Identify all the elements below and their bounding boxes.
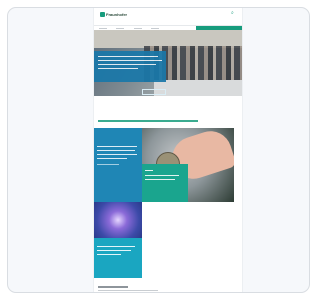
teaser-photo-purple[interactable]	[94, 202, 142, 238]
nav-item[interactable]	[151, 28, 160, 29]
logo-text: Fraunhofer	[106, 12, 128, 17]
preview-card: Fraunhofer ⌕	[7, 7, 310, 293]
footer-strip	[94, 292, 242, 293]
teaser-tile-cyan[interactable]	[94, 238, 142, 278]
website-preview: Fraunhofer ⌕	[94, 8, 242, 293]
site-header: Fraunhofer ⌕	[94, 8, 242, 32]
hero-text-box	[94, 51, 166, 82]
section-heading	[98, 120, 198, 122]
search-icon[interactable]: ⌕	[231, 11, 236, 16]
hero-button[interactable]	[142, 89, 166, 95]
footer-text	[98, 290, 158, 291]
hero-banner[interactable]	[94, 30, 242, 96]
teaser-tile-green[interactable]	[142, 164, 188, 202]
footer-heading	[98, 286, 128, 288]
teaser-tile-blue[interactable]	[94, 128, 142, 202]
site-logo[interactable]: Fraunhofer	[100, 12, 128, 18]
hero-photo-desk	[154, 80, 242, 96]
logo-mark-icon	[100, 12, 105, 18]
nav-item[interactable]	[116, 28, 125, 29]
nav-item[interactable]	[133, 28, 142, 29]
nav-item[interactable]	[99, 28, 107, 29]
